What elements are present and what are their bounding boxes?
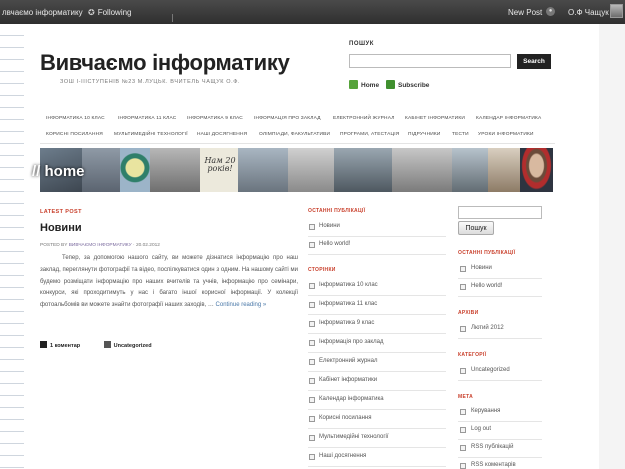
search-input[interactable] <box>349 54 511 68</box>
rss-icon <box>386 80 395 89</box>
recent-post-link[interactable]: Новини <box>308 220 446 237</box>
post-meta: POSTED BY ВИВЧАЄМО ІНФОРМАТИКУ · 20.02.2… <box>40 243 160 248</box>
latest-post-label: LATEST POST <box>40 209 82 215</box>
sidebar-meta-link[interactable]: Керування <box>458 405 542 422</box>
nav-divider <box>40 143 555 144</box>
nav-item[interactable]: ПРОГРАМИ, АТЕСТАЦІЯ <box>340 132 399 137</box>
nav-item[interactable]: ТЕСТИ <box>452 132 469 137</box>
nav-item[interactable]: ІНФОРМАТИКА 9 КЛАС <box>187 116 243 121</box>
sidebar-recent-link[interactable]: Hello world! <box>458 280 542 297</box>
nav-item[interactable]: ПІДРУЧНИКИ <box>408 132 441 137</box>
sidebar-meta-link[interactable]: RSS коментарів <box>458 459 542 469</box>
continue-reading-link[interactable]: Continue reading » <box>216 302 267 308</box>
sidebar-search-input[interactable] <box>458 206 542 219</box>
avatar[interactable] <box>610 4 623 18</box>
sidebar-meta-link[interactable]: Log out <box>458 423 542 440</box>
admin-bar: лвчаємо інформатику ✪ Following New Post … <box>0 0 625 24</box>
banner-portrait <box>520 148 553 192</box>
page-link[interactable]: Інформатика 9 клас <box>308 317 446 334</box>
nav-item[interactable]: КАБІНЕТ ІНФОРМАТИКИ <box>405 116 465 121</box>
page-link[interactable]: Мультимедійні технології <box>308 431 446 448</box>
header-banner: Нам 20 років! <box>40 148 553 192</box>
site-description: ЗОШ І-ІІІСТУПЕНІВ №23 М.ЛУЦЬК. ВЧИТЕЛЬ Ч… <box>60 79 241 85</box>
banner-photo <box>82 148 120 192</box>
sidebar-meta-title: МЕТА <box>458 394 474 400</box>
sidebar-category-link[interactable]: Uncategorized <box>458 364 542 381</box>
nav-item[interactable]: УРОКИ ІНФОРМАТИКИ <box>478 132 534 137</box>
page-link[interactable]: Інформатика 10 клас <box>308 279 446 296</box>
banner-photo <box>452 148 488 192</box>
search-label: ПОШУК <box>349 41 374 47</box>
post-title[interactable]: Новини <box>40 222 82 234</box>
page-edge-lines <box>0 0 24 469</box>
adminbar-divider <box>172 14 173 22</box>
page-link[interactable]: Електронний журнал <box>308 355 446 372</box>
nav-item[interactable]: ІНФОРМАЦІЯ ПРО ЗАКЛАД <box>254 116 321 121</box>
pages-title: СТОРІНКИ <box>308 267 336 273</box>
post-excerpt: Тепер, за допомогою нашого сайту, ви мож… <box>40 253 298 312</box>
new-post-link[interactable]: New Post <box>508 8 542 17</box>
post-footer: 1 коментар Uncategorized <box>40 341 152 349</box>
banner-photo <box>488 148 520 192</box>
banner-photo <box>288 148 334 192</box>
nav-item[interactable]: КАЛЕНДАР ІНФОРМАТИКА <box>476 116 541 121</box>
nav-item[interactable]: МУЛЬТИМЕДІЙНІ ТЕХНОЛОГІЇ <box>114 132 188 137</box>
nav-item[interactable]: НАШІ ДОСЯГНЕННЯ <box>197 132 247 137</box>
poster-text: Нам 20 років! <box>204 156 236 173</box>
banner-label: // home <box>32 163 85 180</box>
user-menu[interactable]: О.Ф Чащук <box>568 8 609 17</box>
page-link[interactable]: Корисні посилання <box>308 412 446 429</box>
nav-item[interactable]: КОРИСНІ ПОСИЛАННЯ <box>46 132 103 137</box>
sidebar-meta-link[interactable]: RSS публікацій <box>458 441 542 458</box>
page-link[interactable]: Календар інформатика <box>308 393 446 410</box>
recent-post-link[interactable]: Hello world! <box>308 238 446 255</box>
site-title[interactable]: Вивчаємо інформатику <box>40 50 290 76</box>
banner-poster: Нам 20 років! <box>200 148 238 192</box>
search-button[interactable]: Search <box>517 54 551 69</box>
adminbar-site-link[interactable]: лвчаємо інформатику <box>2 8 83 17</box>
sidebar-recent-link[interactable]: Новини <box>458 262 542 279</box>
home-label: Home <box>361 82 380 89</box>
nav-item[interactable]: ІНФОРМАТИКА 11 КЛАС <box>118 116 176 121</box>
post-date: · 20.02.2012 <box>133 243 160 248</box>
nav-item[interactable]: ЕЛЕКТРОННИЙ ЖУРНАЛ <box>333 116 395 121</box>
subscribe-link[interactable]: Subscribe <box>386 80 429 89</box>
home-link[interactable]: Home <box>349 80 379 89</box>
banner-photo <box>334 148 392 192</box>
banner-photo <box>150 148 200 192</box>
notifications-icon[interactable]: ● <box>546 7 555 16</box>
page-link[interactable]: Інформація про заклад <box>308 336 446 353</box>
comment-icon <box>40 341 47 348</box>
comments-link[interactable]: 1 коментар <box>50 343 80 349</box>
sidebar-archive-link[interactable]: Лютий 2012 <box>458 322 542 339</box>
post-author-link[interactable]: ВИВЧАЄМО ІНФОРМАТИКУ <box>69 243 132 248</box>
following-label: Following <box>97 8 132 17</box>
school-emblem <box>120 148 150 192</box>
sidebar-categories-title: КАТЕГОРІЇ <box>458 352 487 358</box>
post-body-text: Тепер, за допомогою нашого сайту, ви мож… <box>40 255 298 309</box>
page-link[interactable]: Інформатика 11 клас <box>308 298 446 315</box>
sidebar-archive-title: АРХІВИ <box>458 310 479 316</box>
star-icon: ✪ <box>88 8 95 17</box>
blog-page: Вивчаємо інформатику ЗОШ І-ІІІСТУПЕНІВ №… <box>24 24 599 469</box>
recent-posts-title: ОСТАННІ ПУБЛІКАЦІЇ <box>308 208 366 214</box>
home-icon <box>349 80 358 89</box>
subscribe-label: Subscribe <box>398 82 430 89</box>
category-link[interactable]: Uncategorized <box>114 343 152 349</box>
banner-photo <box>392 148 452 192</box>
page-shadow <box>599 24 625 469</box>
page-link[interactable]: Кабінет інформатики <box>308 374 446 391</box>
nav-item[interactable]: ОЛІМПІАДИ, ФАКУЛЬТАТИВИ <box>259 132 330 137</box>
post-meta-prefix: POSTED BY <box>40 243 68 248</box>
nav-item[interactable]: ІНФОРМАТИКА 10 КЛАС <box>46 116 105 121</box>
adminbar-following[interactable]: ✪ Following <box>88 8 132 17</box>
sidebar-recent-title: ОСТАННІ ПУБЛІКАЦІЇ <box>458 250 516 256</box>
folder-icon <box>103 341 111 348</box>
page-link[interactable]: Наші досягнення <box>308 450 446 467</box>
banner-photo <box>238 148 288 192</box>
sidebar-search-button[interactable]: Пошук <box>458 221 494 235</box>
